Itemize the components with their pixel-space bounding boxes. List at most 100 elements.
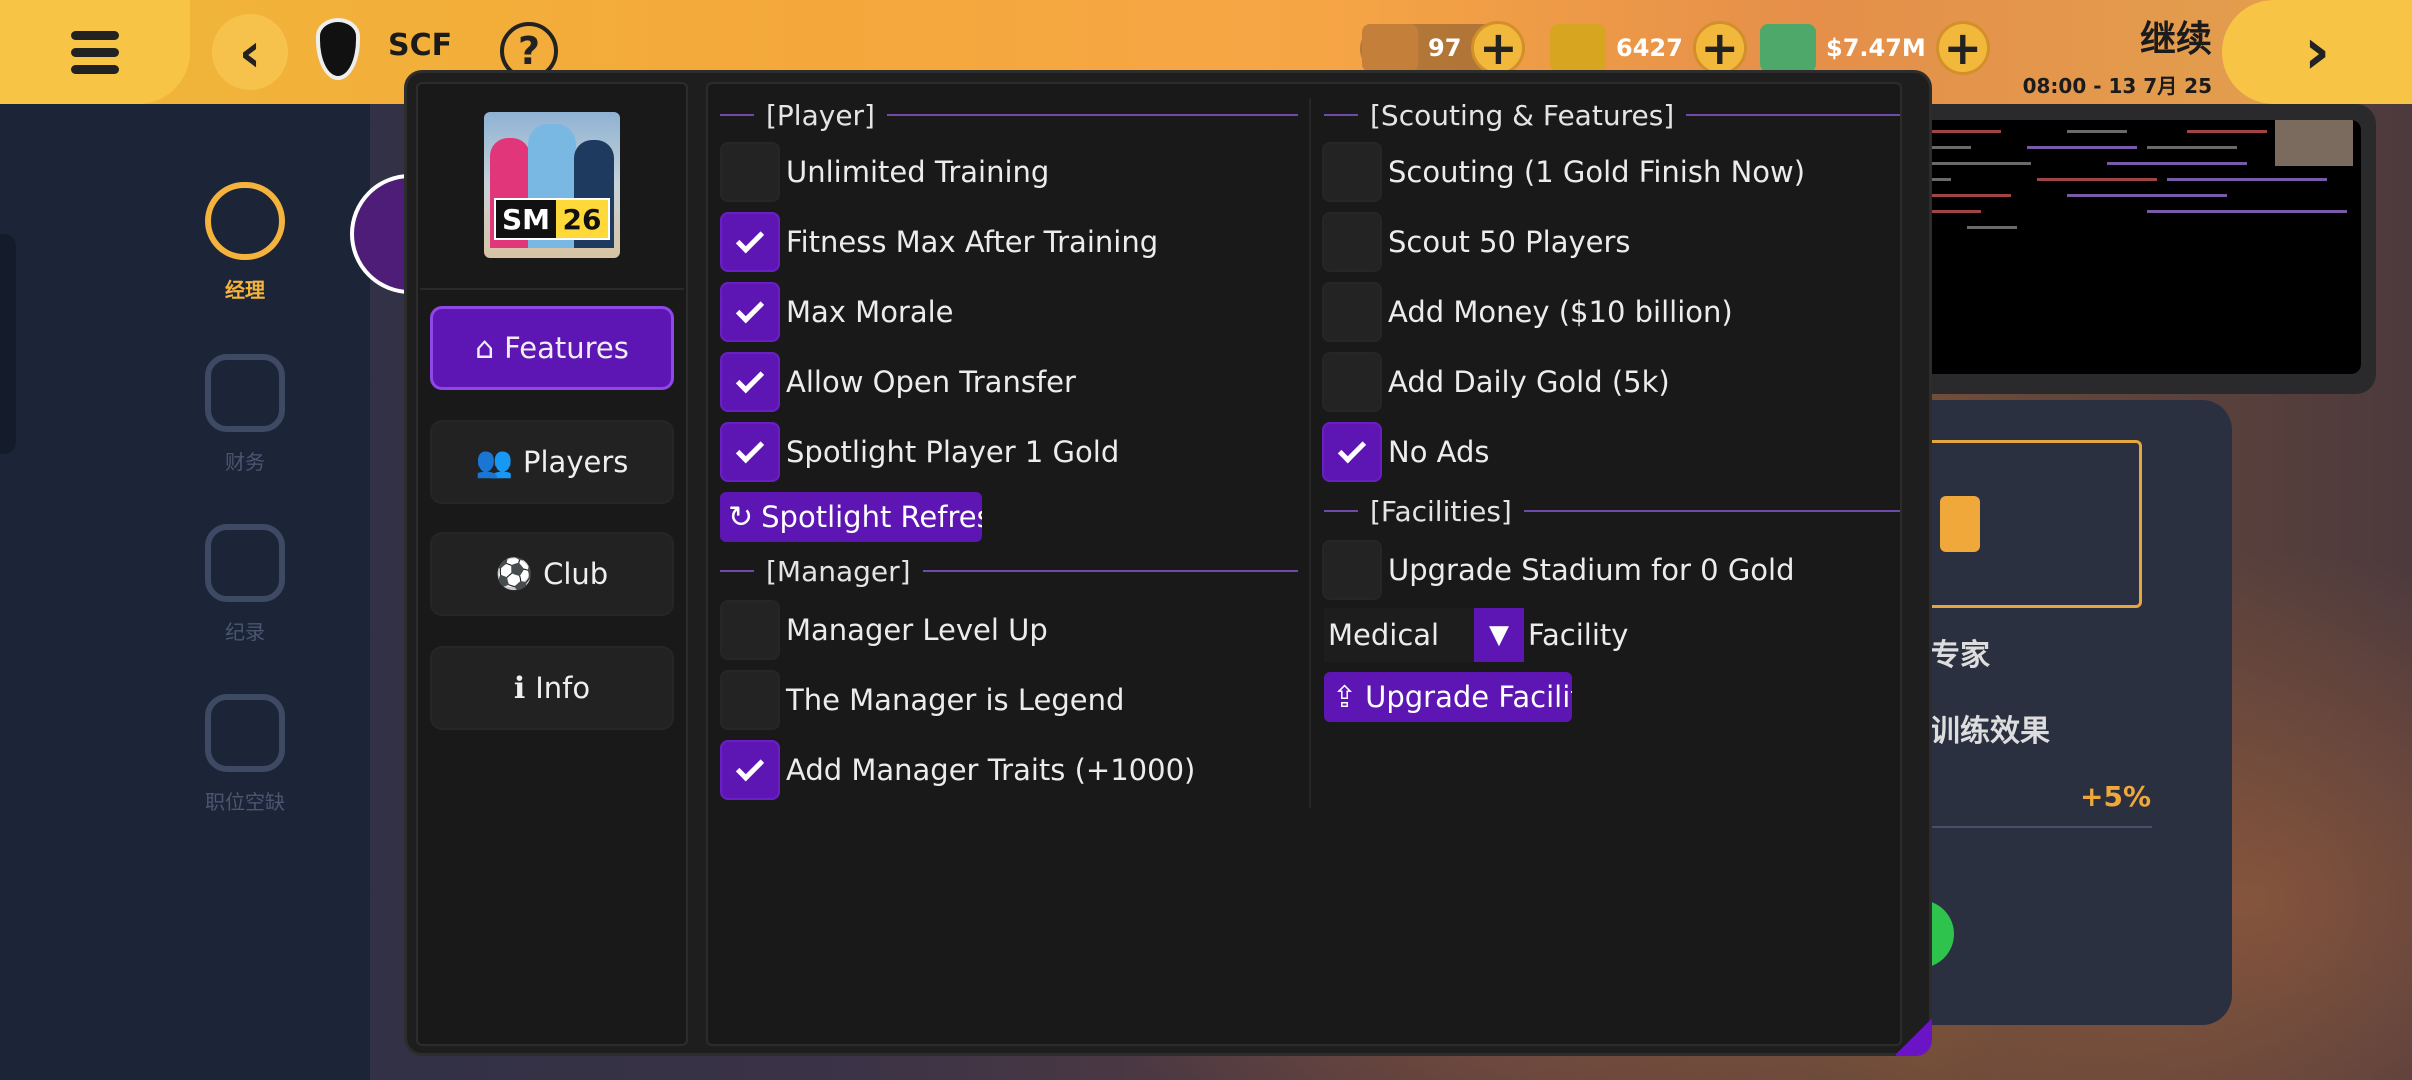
section-title: [Player]	[766, 98, 875, 132]
section-title: [Scouting & Features]	[1370, 98, 1675, 132]
section-title: [Facilities]	[1370, 494, 1512, 528]
checkbox[interactable]	[1322, 352, 1382, 412]
nav-players-button[interactable]: 👥 Players	[430, 420, 674, 504]
preview-thumbnail-image	[2275, 120, 2353, 166]
toggle-open-transfer[interactable]: Allow Open Transfer	[720, 352, 1076, 412]
resource-value: 6427	[1616, 34, 1683, 62]
nav-label: Features	[504, 331, 629, 365]
sidenav-item-vacancies[interactable]: 职位空缺	[180, 694, 310, 815]
toggle-manager-legend[interactable]: The Manager is Legend	[720, 670, 1124, 730]
soccer-ball-icon: ⚽	[495, 556, 534, 592]
nav-info-button[interactable]: ℹ Info	[430, 646, 674, 730]
staff-card-title: 专家	[1930, 638, 1990, 673]
continue-button[interactable]: ›	[2222, 0, 2412, 104]
checkbox-checked[interactable]	[720, 282, 780, 342]
checkmark-icon	[735, 435, 765, 464]
staff-card-effect: 训练效果	[1930, 714, 2050, 749]
hamburger-menu-button[interactable]	[0, 0, 190, 104]
sidenav-label: 纪录	[225, 620, 265, 644]
section-line	[1324, 114, 1358, 116]
sidenav-item-manager[interactable]: 经理	[180, 182, 310, 303]
sidenav-label: 职位空缺	[205, 790, 285, 814]
preview-screen	[1907, 120, 2361, 374]
toggle-fitness-max[interactable]: Fitness Max After Training	[720, 212, 1158, 272]
section-scouting-header: [Scouting & Features]	[1324, 95, 1900, 135]
toggle-unlimited-training[interactable]: Unlimited Training	[720, 142, 1049, 202]
sidebar-divider	[420, 288, 684, 290]
section-line	[886, 114, 1298, 116]
section-line	[720, 114, 754, 116]
toggle-manager-traits[interactable]: Add Manager Traits (+1000)	[720, 740, 1195, 800]
energy-drink-icon	[1362, 24, 1418, 72]
toggle-label: Scout 50 Players	[1388, 225, 1631, 259]
sidenav-item-records[interactable]: 纪录	[180, 524, 310, 645]
club-name: SCF	[388, 28, 453, 63]
checkbox-checked[interactable]	[720, 352, 780, 412]
checkmark-icon	[735, 295, 765, 324]
toggle-label: Unlimited Training	[786, 155, 1050, 189]
records-chart-icon	[205, 524, 285, 602]
refresh-icon: ↻	[728, 499, 754, 535]
checkbox[interactable]	[720, 600, 780, 660]
resource-gold: 6427 +	[1550, 20, 1747, 76]
checkbox-checked[interactable]	[720, 740, 780, 800]
toggle-label: Manager Level Up	[786, 613, 1048, 647]
checkbox[interactable]	[1322, 540, 1382, 600]
section-line	[1686, 114, 1900, 116]
toggle-label: Upgrade Stadium for 0 Gold	[1388, 553, 1795, 587]
column-divider	[1309, 98, 1311, 808]
toggle-add-money[interactable]: Add Money ($10 billion)	[1322, 282, 1733, 342]
upload-icon: ⇪	[1332, 679, 1358, 715]
checkbox[interactable]	[1322, 282, 1382, 342]
nav-label: Info	[535, 671, 591, 705]
add-energy-button[interactable]: +	[1471, 21, 1526, 75]
add-cash-button[interactable]: +	[1935, 21, 1990, 75]
nav-features-button[interactable]: ⌂ Features	[430, 306, 674, 390]
checkmark-icon	[735, 225, 765, 254]
back-button[interactable]: ‹	[212, 14, 288, 90]
sidenav-handle[interactable]	[0, 234, 16, 454]
sidenav-item-finance[interactable]: 财务	[180, 354, 310, 475]
checkbox-checked[interactable]	[720, 422, 780, 482]
sidenav-label: 财务	[225, 450, 265, 474]
continue-info: 继续 08:00 - 13 7月 25	[2023, 10, 2212, 99]
spotlight-refresh-button[interactable]: ↻ Spotlight Refres	[720, 492, 982, 542]
toggle-daily-gold[interactable]: Add Daily Gold (5k)	[1322, 352, 1670, 412]
checkmark-icon	[735, 753, 765, 782]
checkbox[interactable]	[1322, 142, 1382, 202]
manager-icon	[205, 182, 285, 260]
upgrade-facility-button[interactable]: ⇪ Upgrade Facilit	[1324, 672, 1572, 722]
staff-role-icon	[1940, 496, 1980, 552]
toggle-label: Add Daily Gold (5k)	[1388, 365, 1670, 399]
resource-energy: 97 +	[1362, 20, 1526, 76]
hamburger-icon	[71, 23, 119, 82]
toggle-no-ads[interactable]: No Ads	[1322, 422, 1490, 482]
checkbox-checked[interactable]	[720, 212, 780, 272]
toggle-max-morale[interactable]: Max Morale	[720, 282, 954, 342]
toggle-scout-50[interactable]: Scout 50 Players	[1322, 212, 1631, 272]
toggle-label: Spotlight Player 1 Gold	[786, 435, 1120, 469]
logo-badge: SM 26	[494, 198, 610, 240]
toggle-label: No Ads	[1388, 435, 1490, 469]
toggle-label: Fitness Max After Training	[786, 225, 1159, 259]
nav-club-button[interactable]: ⚽ Club	[430, 532, 674, 616]
toggle-upgrade-stadium[interactable]: Upgrade Stadium for 0 Gold	[1322, 540, 1795, 600]
home-icon: ⌂	[475, 330, 495, 366]
toggle-spotlight-gold[interactable]: Spotlight Player 1 Gold	[720, 422, 1119, 482]
jersey-icon	[205, 694, 285, 772]
game-logo: SM 26	[484, 112, 620, 258]
toggle-label: Add Manager Traits (+1000)	[786, 753, 1196, 787]
add-gold-button[interactable]: +	[1692, 21, 1747, 75]
info-icon: ℹ	[513, 670, 526, 706]
dropdown-arrow-icon[interactable]: ▼	[1474, 608, 1524, 662]
checkbox[interactable]	[720, 142, 780, 202]
facility-select[interactable]: Medical ▼	[1324, 608, 1524, 662]
section-line	[720, 570, 754, 572]
toggle-manager-level-up[interactable]: Manager Level Up	[720, 600, 1048, 660]
staff-card-divider	[1930, 826, 2152, 828]
toggle-label: Allow Open Transfer	[786, 365, 1076, 399]
checkbox-checked[interactable]	[1322, 422, 1382, 482]
toggle-scouting-finish[interactable]: Scouting (1 Gold Finish Now)	[1322, 142, 1805, 202]
checkbox[interactable]	[720, 670, 780, 730]
checkbox[interactable]	[1322, 212, 1382, 272]
